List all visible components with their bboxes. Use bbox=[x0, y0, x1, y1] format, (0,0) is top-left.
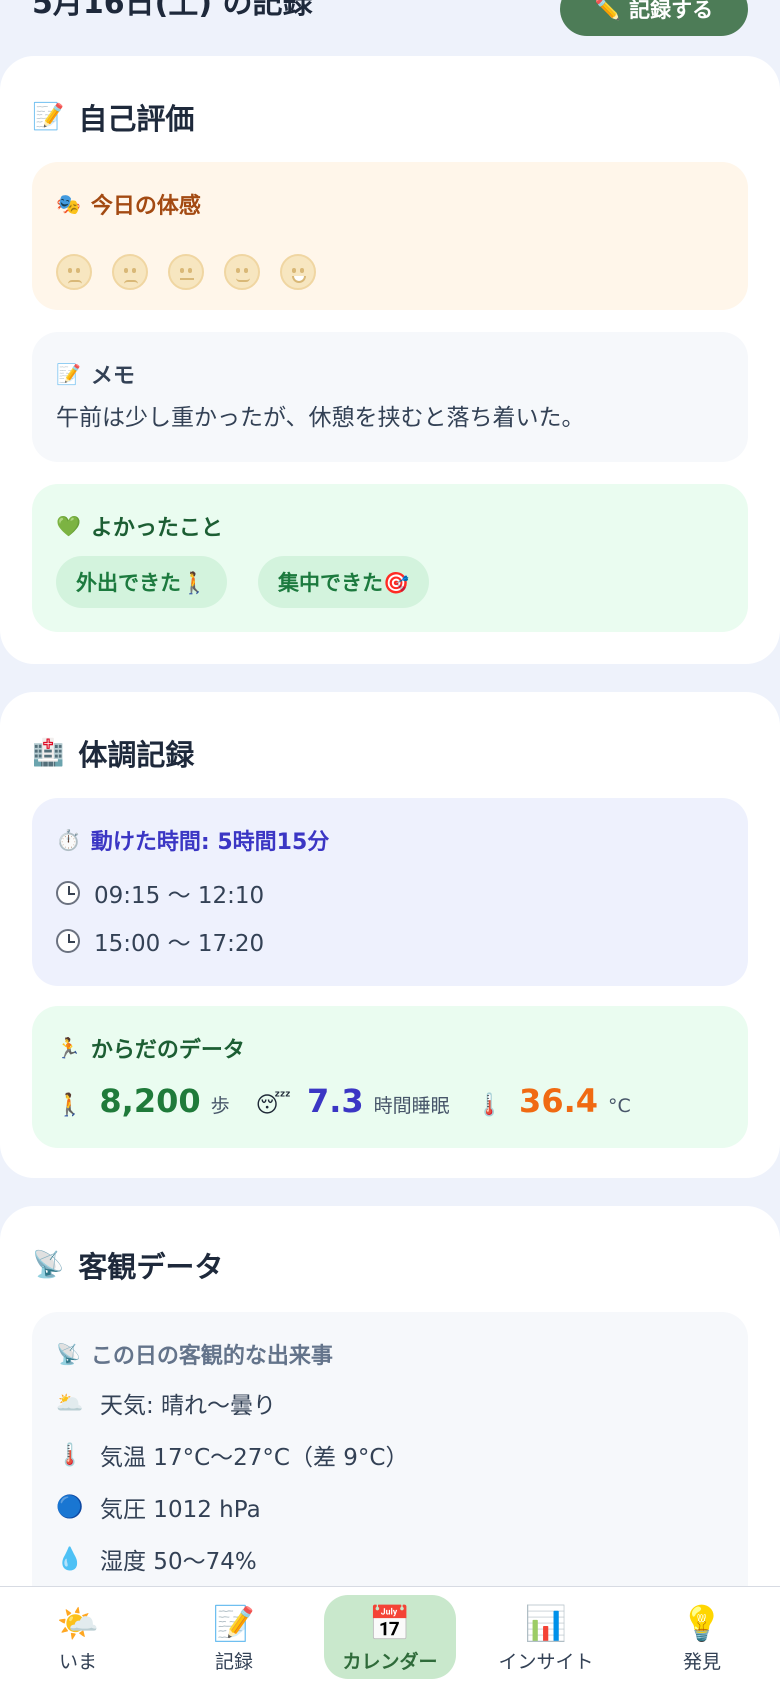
objective-card: 📡 客観データ 📡 この日の客観的な出来事 🌥️ 天気: 晴れ〜曇り 🌡️ 気温… bbox=[0, 1206, 780, 1632]
clock-icon bbox=[56, 881, 80, 905]
self-eval-card: 📝 自己評価 🎭 今日の体感 📝 メモ 午前は少し重かったが、休憩を挟むと落ち着… bbox=[0, 56, 780, 664]
steps-unit: 歩 bbox=[210, 1095, 230, 1117]
condition-title: 体調記録 bbox=[78, 738, 195, 772]
body-data-box: 🏃 からだのデータ 🚶 8,200 歩 😴 7.3 時間睡眠 🌡️ 36.4 °… bbox=[32, 1006, 748, 1148]
sleep-unit: 時間睡眠 bbox=[373, 1095, 450, 1117]
memo-icon: 📝 bbox=[212, 1603, 256, 1644]
satellite-icon: 📡 bbox=[32, 1250, 65, 1280]
stopwatch-icon: ⏱️ bbox=[56, 828, 81, 852]
active-time-heading: ⏱️ 動けた時間: 5時間15分 bbox=[56, 824, 329, 856]
good-things-box: 💚 よかったこと 外出できた🚶 集中できた🎯 bbox=[32, 484, 748, 632]
face-very-good-icon[interactable] bbox=[280, 254, 316, 290]
body-data-heading: 🏃 からだのデータ bbox=[56, 1032, 245, 1064]
feeling-options bbox=[56, 254, 316, 290]
good-thing-chip[interactable]: 外出できた🚶 bbox=[56, 556, 228, 608]
face-good-icon[interactable] bbox=[224, 254, 260, 290]
page-title: 5月16日(土) の記録 bbox=[32, 0, 313, 21]
time-range-row: 15:00 〜 17:20 bbox=[56, 924, 264, 958]
humidity-row: 💧 湿度 50〜74% bbox=[56, 1542, 257, 1576]
tab-record[interactable]: 📝 記録 bbox=[168, 1595, 300, 1679]
sun-cloud-icon: 🌥️ bbox=[56, 1390, 84, 1416]
humidity-text: 湿度 50〜74% bbox=[100, 1549, 257, 1575]
face-neutral-icon[interactable] bbox=[168, 254, 204, 290]
weather-row: 🌥️ 天気: 晴れ〜曇り bbox=[56, 1386, 276, 1420]
blue-circle-icon: 🔵 bbox=[56, 1494, 84, 1520]
face-very-bad-icon[interactable] bbox=[56, 254, 92, 290]
memo-title: メモ bbox=[90, 364, 135, 389]
record-button[interactable]: ✏️ 記録する bbox=[560, 0, 748, 36]
weather-text: 天気: 晴れ〜曇り bbox=[100, 1393, 277, 1419]
good-things-title: よかったこと bbox=[90, 516, 223, 541]
active-time-title: 動けた時間: 5時間15分 bbox=[90, 830, 330, 855]
thermometer-icon: 🌡️ bbox=[56, 1442, 84, 1468]
time-range-text: 15:00 〜 17:20 bbox=[94, 931, 265, 957]
time-range-row: 09:15 〜 12:10 bbox=[56, 876, 264, 910]
objective-heading: 📡 客観データ bbox=[32, 1244, 223, 1286]
pressure-text: 気圧 1012 hPa bbox=[100, 1497, 261, 1523]
memo-heading: 📝 メモ bbox=[56, 358, 135, 390]
tab-discover-label: 発見 bbox=[682, 1650, 721, 1673]
tab-insight[interactable]: 📊 インサイト bbox=[480, 1595, 612, 1679]
condition-card: 🏥 体調記録 ⏱️ 動けた時間: 5時間15分 09:15 〜 12:10 15… bbox=[0, 692, 780, 1178]
temp-value: 36.4 bbox=[519, 1082, 598, 1120]
steps-value: 8,200 bbox=[99, 1082, 201, 1120]
temperature-row: 🌡️ 気温 17°C〜27°C（差 9°C） bbox=[56, 1438, 408, 1472]
satellite-icon: 📡 bbox=[56, 1342, 81, 1366]
time-range-text: 09:15 〜 12:10 bbox=[94, 883, 265, 909]
pressure-row: 🔵 気圧 1012 hPa bbox=[56, 1490, 261, 1524]
objective-events-heading: 📡 この日の客観的な出来事 bbox=[56, 1338, 333, 1370]
sleep-value: 7.3 bbox=[306, 1082, 364, 1120]
record-button-label: 記録する bbox=[629, 0, 714, 22]
memo-box: 📝 メモ 午前は少し重かったが、休憩を挟むと落ち着いた。 bbox=[32, 332, 748, 462]
objective-title: 客観データ bbox=[78, 1250, 224, 1284]
bottom-tab-bar: 🌤️ いま 📝 記録 📅 カレンダー 📊 インサイト 💡 発見 bbox=[0, 1586, 780, 1688]
clock-icon bbox=[56, 929, 80, 953]
masks-icon: 🎭 bbox=[56, 192, 81, 216]
sun-cloud-icon: 🌤️ bbox=[56, 1603, 100, 1644]
top-bar: 5月16日(土) の記録 ✏️ 記録する bbox=[0, 0, 780, 50]
body-data-title: からだのデータ bbox=[90, 1038, 245, 1063]
tab-discover[interactable]: 💡 発見 bbox=[636, 1595, 768, 1679]
objective-events-title: この日の客観的な出来事 bbox=[90, 1344, 333, 1369]
tab-record-label: 記録 bbox=[214, 1650, 253, 1673]
memo-icon: 📝 bbox=[56, 362, 81, 386]
green-heart-icon: 💚 bbox=[56, 514, 81, 538]
sleeping-face-icon: 😴 bbox=[255, 1093, 291, 1118]
active-time-box: ⏱️ 動けた時間: 5時間15分 09:15 〜 12:10 15:00 〜 1… bbox=[32, 798, 748, 986]
thermometer-icon: 🌡️ bbox=[475, 1093, 504, 1118]
pencil-icon: ✏️ bbox=[594, 0, 622, 21]
good-thing-chip[interactable]: 集中できた🎯 bbox=[258, 556, 430, 608]
memo-text: 午前は少し重かったが、休憩を挟むと落ち着いた。 bbox=[56, 405, 585, 431]
objective-events-box: 📡 この日の客観的な出来事 🌥️ 天気: 晴れ〜曇り 🌡️ 気温 17°C〜27… bbox=[32, 1312, 748, 1632]
walking-icon: 🚶 bbox=[56, 1093, 84, 1118]
feeling-box: 🎭 今日の体感 bbox=[32, 162, 748, 310]
tab-calendar-label: カレンダー bbox=[342, 1650, 438, 1673]
self-eval-title: 自己評価 bbox=[78, 102, 195, 136]
droplet-icon: 💧 bbox=[56, 1546, 84, 1572]
tab-now[interactable]: 🌤️ いま bbox=[12, 1595, 144, 1679]
temp-unit: °C bbox=[608, 1095, 631, 1117]
hospital-icon: 🏥 bbox=[32, 738, 65, 768]
feeling-title: 今日の体感 bbox=[90, 194, 201, 219]
runner-icon: 🏃 bbox=[56, 1036, 81, 1060]
tab-calendar[interactable]: 📅 カレンダー bbox=[324, 1595, 456, 1679]
self-eval-heading: 📝 自己評価 bbox=[32, 96, 194, 138]
temperature-text: 気温 17°C〜27°C（差 9°C） bbox=[100, 1445, 409, 1471]
body-stats: 🚶 8,200 歩 😴 7.3 時間睡眠 🌡️ 36.4 °C bbox=[56, 1082, 657, 1120]
condition-heading: 🏥 体調記録 bbox=[32, 732, 194, 774]
feeling-heading: 🎭 今日の体感 bbox=[56, 188, 201, 220]
good-things-heading: 💚 よかったこと bbox=[56, 510, 223, 542]
tab-now-label: いま bbox=[58, 1650, 97, 1673]
lightbulb-icon: 💡 bbox=[680, 1603, 724, 1644]
face-bad-icon[interactable] bbox=[112, 254, 148, 290]
memo-icon: 📝 bbox=[32, 102, 65, 132]
bar-chart-icon: 📊 bbox=[524, 1603, 568, 1644]
tab-insight-label: インサイト bbox=[498, 1650, 594, 1673]
calendar-icon: 📅 bbox=[368, 1603, 412, 1644]
